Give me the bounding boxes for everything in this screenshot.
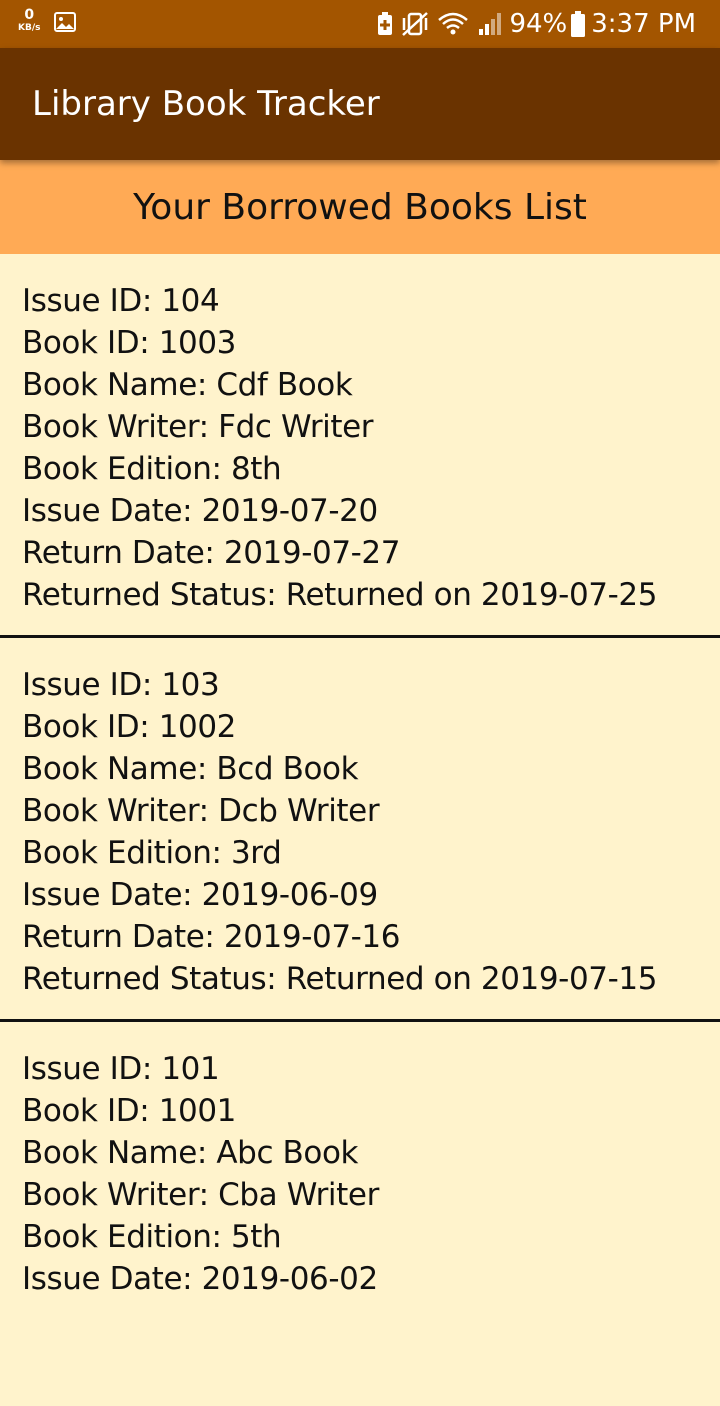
return-date: Return Date: 2019-07-27 bbox=[22, 535, 401, 571]
network-speed-indicator: 0 KB/s bbox=[18, 8, 40, 33]
borrowed-books-list[interactable]: Issue ID: 104 Book ID: 1003 Book Name: C… bbox=[0, 254, 720, 1406]
image-icon bbox=[54, 12, 77, 32]
network-speed-unit: KB/s bbox=[18, 23, 41, 33]
book-id: Book ID: 1001 bbox=[22, 1093, 237, 1129]
issue-date: Issue Date: 2019-06-09 bbox=[22, 877, 378, 913]
status-bar: 0 KB/s 94% 3:37 PM bbox=[0, 0, 720, 48]
book-writer: Book Writer: Cba Writer bbox=[22, 1177, 379, 1213]
book-edition: Book Edition: 3rd bbox=[22, 835, 282, 871]
list-header-title: Your Borrowed Books List bbox=[133, 186, 587, 228]
vibrate-icon bbox=[402, 12, 429, 36]
book-list-item[interactable]: Issue ID: 101 Book ID: 1001 Book Name: A… bbox=[0, 1022, 720, 1406]
battery-percent: 94% bbox=[509, 9, 568, 39]
issue-id: Issue ID: 104 bbox=[22, 283, 220, 319]
issue-id: Issue ID: 101 bbox=[22, 1051, 220, 1087]
book-list-item[interactable]: Issue ID: 104 Book ID: 1003 Book Name: C… bbox=[0, 254, 720, 638]
book-id: Book ID: 1002 bbox=[22, 709, 237, 745]
returned-status: Returned Status: Returned on 2019-07-15 bbox=[22, 961, 658, 997]
book-name: Book Name: Cdf Book bbox=[22, 367, 353, 403]
issue-date: Issue Date: 2019-06-02 bbox=[22, 1261, 378, 1297]
status-bar-left: 0 KB/s bbox=[18, 8, 77, 33]
app-title: Library Book Tracker bbox=[32, 84, 380, 124]
battery-icon bbox=[571, 11, 586, 37]
network-speed-value: 0 bbox=[24, 7, 35, 23]
book-list-item[interactable]: Issue ID: 103 Book ID: 1002 Book Name: B… bbox=[0, 638, 720, 1022]
return-date: Return Date: 2019-07-16 bbox=[22, 919, 401, 955]
signal-icon bbox=[479, 13, 502, 35]
app-bar: Library Book Tracker bbox=[0, 48, 720, 160]
book-name: Book Name: Bcd Book bbox=[22, 751, 359, 787]
book-edition: Book Edition: 8th bbox=[22, 451, 282, 487]
book-edition: Book Edition: 5th bbox=[22, 1219, 282, 1255]
returned-status: Returned Status: Returned on 2019-07-25 bbox=[22, 577, 658, 613]
issue-id: Issue ID: 103 bbox=[22, 667, 220, 703]
book-writer: Book Writer: Fdc Writer bbox=[22, 409, 374, 445]
book-name: Book Name: Abc Book bbox=[22, 1135, 359, 1171]
book-id: Book ID: 1003 bbox=[22, 325, 237, 361]
wifi-icon bbox=[438, 12, 469, 35]
list-header: Your Borrowed Books List bbox=[0, 160, 720, 254]
status-bar-right: 94% 3:37 PM bbox=[369, 8, 696, 40]
battery-saver-icon bbox=[378, 12, 393, 35]
book-writer: Book Writer: Dcb Writer bbox=[22, 793, 380, 829]
status-time: 3:37 PM bbox=[591, 9, 696, 39]
issue-date: Issue Date: 2019-07-20 bbox=[22, 493, 378, 529]
